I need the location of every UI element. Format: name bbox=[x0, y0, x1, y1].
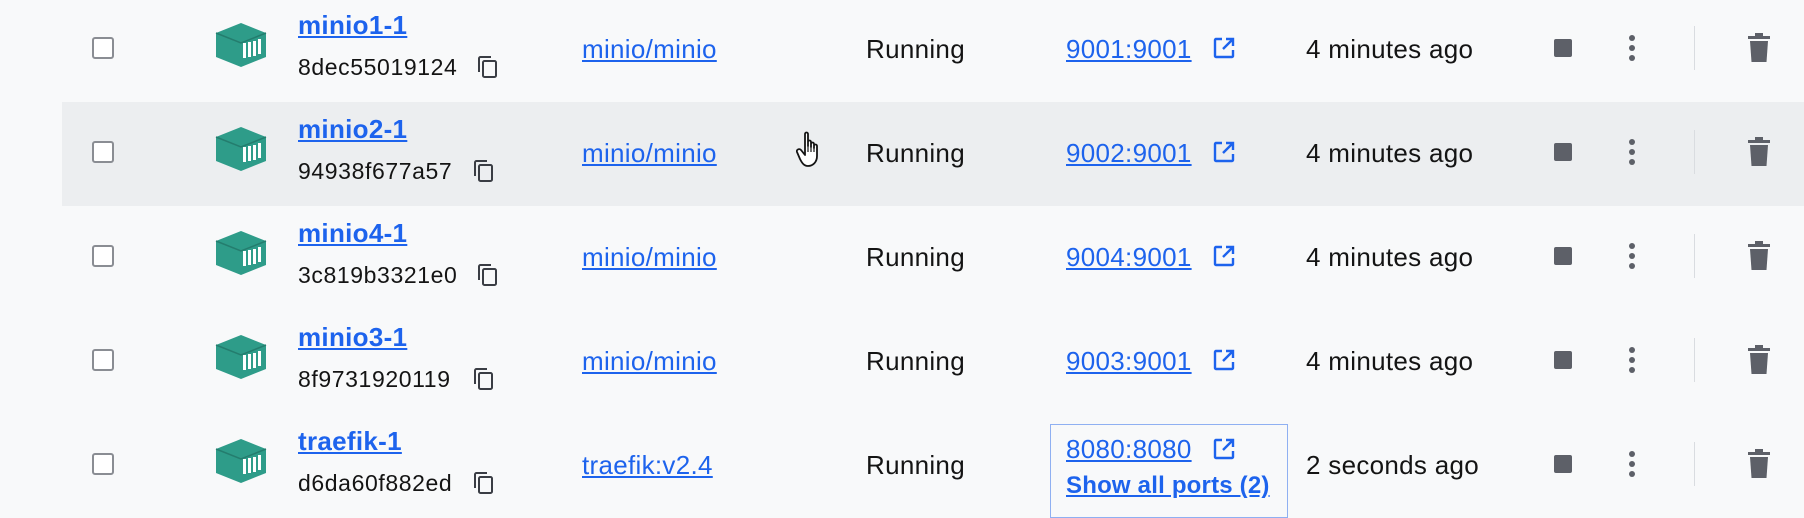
stop-icon[interactable] bbox=[1554, 247, 1572, 265]
image-link[interactable]: minio/minio bbox=[582, 346, 717, 377]
copy-icon[interactable] bbox=[476, 55, 498, 79]
table-row[interactable]: minio1-1 8dec55019124 minio/minio Runnin… bbox=[62, 0, 1804, 102]
trash-icon[interactable] bbox=[1748, 241, 1770, 271]
created-text: 4 minutes ago bbox=[1306, 138, 1474, 168]
status-text: Running bbox=[866, 346, 965, 376]
kebab-menu-icon[interactable] bbox=[1628, 242, 1636, 270]
external-link-icon[interactable] bbox=[1212, 348, 1236, 372]
container-id: d6da60f882ed bbox=[298, 470, 453, 496]
kebab-menu-icon[interactable] bbox=[1628, 346, 1636, 374]
port-link[interactable]: 9003:9001 bbox=[1066, 346, 1192, 377]
stop-icon[interactable] bbox=[1554, 351, 1572, 369]
table-row[interactable]: minio4-1 3c819b3321e0 minio/minio Runnin… bbox=[62, 206, 1804, 310]
copy-icon[interactable] bbox=[472, 367, 494, 391]
container-id: 8dec55019124 bbox=[298, 54, 458, 80]
divider bbox=[1694, 130, 1695, 174]
divider bbox=[1694, 442, 1695, 486]
divider bbox=[1694, 338, 1695, 382]
port-link[interactable]: 9001:9001 bbox=[1066, 34, 1192, 65]
external-link-icon[interactable] bbox=[1212, 36, 1236, 60]
container-id: 8f9731920119 bbox=[298, 366, 451, 392]
row-checkbox[interactable] bbox=[92, 453, 114, 475]
external-link-icon[interactable] bbox=[1212, 140, 1236, 164]
stop-icon[interactable] bbox=[1554, 455, 1572, 473]
container-id: 3c819b3321e0 bbox=[298, 262, 458, 288]
created-text: 2 seconds ago bbox=[1306, 450, 1480, 480]
kebab-menu-icon[interactable] bbox=[1628, 138, 1636, 166]
container-icon bbox=[215, 231, 267, 275]
copy-icon[interactable] bbox=[472, 159, 494, 183]
image-link[interactable]: traefik:v2.4 bbox=[582, 450, 713, 481]
trash-icon[interactable] bbox=[1748, 345, 1770, 375]
container-icon bbox=[215, 439, 267, 483]
status-text: Running bbox=[866, 450, 965, 480]
created-text: 4 minutes ago bbox=[1306, 242, 1474, 272]
row-checkbox[interactable] bbox=[92, 141, 114, 163]
hand-cursor-icon bbox=[796, 131, 818, 167]
container-id: 94938f677a57 bbox=[298, 158, 453, 184]
table-row[interactable]: traefik-1 d6da60f882ed traefik:v2.4 Runn… bbox=[62, 414, 1804, 518]
show-all-ports-link[interactable]: Show all ports (2) bbox=[1066, 472, 1270, 500]
copy-icon[interactable] bbox=[472, 471, 494, 495]
trash-icon[interactable] bbox=[1748, 33, 1770, 63]
table-row[interactable]: minio2-1 94938f677a57 minio/minio Runnin… bbox=[62, 102, 1804, 206]
status-text: Running bbox=[866, 34, 965, 64]
container-icon bbox=[215, 23, 267, 67]
row-checkbox[interactable] bbox=[92, 245, 114, 267]
external-link-icon[interactable] bbox=[1212, 437, 1236, 461]
external-link-icon[interactable] bbox=[1212, 244, 1236, 268]
port-link[interactable]: 9004:9001 bbox=[1066, 242, 1192, 273]
row-checkbox[interactable] bbox=[92, 37, 114, 59]
copy-icon[interactable] bbox=[476, 263, 498, 287]
status-text: Running bbox=[866, 138, 965, 168]
port-link[interactable]: 9002:9001 bbox=[1066, 138, 1192, 169]
divider bbox=[1694, 26, 1695, 70]
kebab-menu-icon[interactable] bbox=[1628, 34, 1636, 62]
container-name-link[interactable]: minio2-1 bbox=[298, 114, 407, 145]
image-link[interactable]: minio/minio bbox=[582, 34, 717, 65]
created-text: 4 minutes ago bbox=[1306, 34, 1474, 64]
stop-icon[interactable] bbox=[1554, 143, 1572, 161]
image-link[interactable]: minio/minio bbox=[582, 138, 717, 169]
created-text: 4 minutes ago bbox=[1306, 346, 1474, 376]
container-icon bbox=[215, 127, 267, 171]
image-link[interactable]: minio/minio bbox=[582, 242, 717, 273]
kebab-menu-icon[interactable] bbox=[1628, 450, 1636, 478]
container-name-link[interactable]: minio1-1 bbox=[298, 10, 407, 41]
status-text: Running bbox=[866, 242, 965, 272]
port-link[interactable]: 8080:8080 bbox=[1066, 434, 1192, 465]
row-checkbox[interactable] bbox=[92, 349, 114, 371]
table-row[interactable]: minio3-1 8f9731920119 minio/minio Runnin… bbox=[62, 310, 1804, 414]
container-name-link[interactable]: traefik-1 bbox=[298, 426, 402, 457]
container-name-link[interactable]: minio3-1 bbox=[298, 322, 407, 353]
container-icon bbox=[215, 335, 267, 379]
container-name-link[interactable]: minio4-1 bbox=[298, 218, 407, 249]
stop-icon[interactable] bbox=[1554, 39, 1572, 57]
divider bbox=[1694, 234, 1695, 278]
trash-icon[interactable] bbox=[1748, 449, 1770, 479]
trash-icon[interactable] bbox=[1748, 137, 1770, 167]
